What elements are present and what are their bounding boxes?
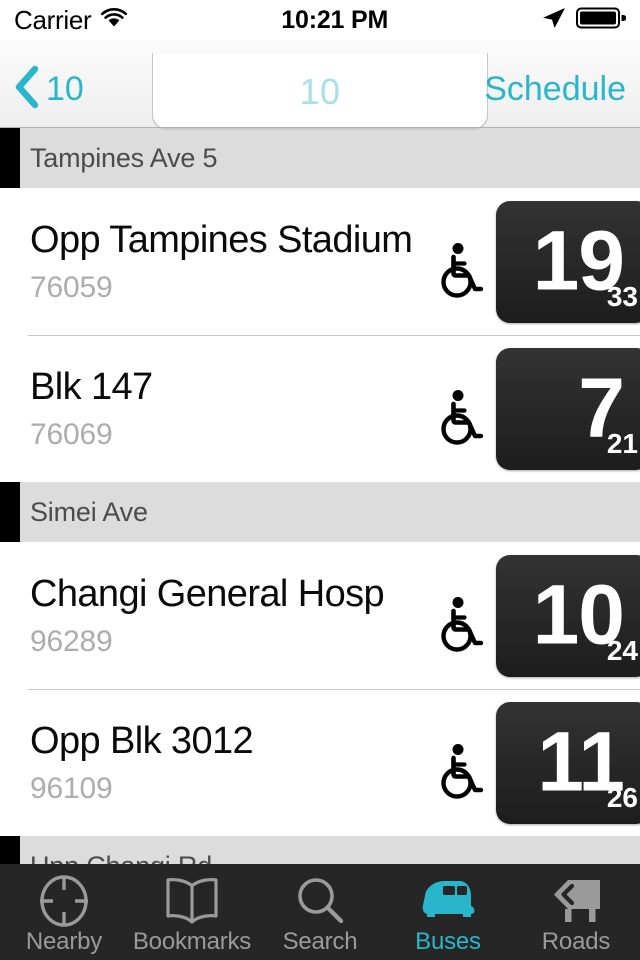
tab-label: Buses: [415, 928, 481, 955]
eta-next: 33: [606, 280, 638, 312]
back-button-label: 10: [46, 69, 84, 108]
section-header: Simei Ave: [0, 482, 640, 542]
eta-minutes: 10: [532, 566, 625, 661]
tab-label: Nearby: [25, 928, 103, 955]
stop-name: Opp Blk 3012: [30, 720, 254, 763]
section-title: Tampines Ave 5: [30, 142, 218, 173]
section-title: Upp Changi Rd: [30, 851, 212, 865]
stop-code: 96109: [30, 771, 113, 805]
stop-info: Opp Blk 3012 96109: [30, 720, 450, 805]
search-icon: [294, 875, 346, 927]
tab-label: Search: [282, 928, 358, 955]
eta-badge: 11 26: [496, 701, 640, 824]
list-item[interactable]: Opp Tampines Stadium 76059 19 33: [0, 188, 640, 335]
eta-minutes: 19: [532, 212, 625, 307]
eta-minutes: 7: [578, 359, 625, 454]
eta-next: 24: [606, 634, 638, 666]
crosshair-icon: [37, 875, 91, 927]
eta-next: 21: [606, 427, 638, 459]
stop-name: Opp Tampines Stadium: [30, 219, 413, 262]
section-header: Upp Changi Rd: [0, 836, 640, 864]
stop-info: Changi General Hosp 96289: [30, 573, 450, 658]
status-bar-left: Carrier: [14, 5, 128, 36]
location-arrow-icon: [541, 6, 567, 35]
stop-info: Opp Tampines Stadium 76059: [30, 219, 450, 304]
clock-label: 10:21 PM: [281, 5, 389, 34]
section-accent-bar: [0, 128, 20, 188]
eta-next: 26: [606, 781, 638, 813]
tab-label: Roads: [541, 928, 611, 955]
carrier-label: Carrier: [14, 4, 92, 35]
list-item[interactable]: Opp Blk 3012 96109 11 26: [0, 689, 640, 836]
section-header: Tampines Ave 5: [0, 128, 640, 188]
tab-label: Bookmarks: [132, 928, 252, 955]
section-accent-bar: [0, 482, 20, 542]
tab-buses[interactable]: Buses: [384, 864, 512, 960]
tab-roads[interactable]: Roads: [512, 864, 640, 960]
bus-icon: [419, 875, 477, 927]
chevron-left-icon: [14, 65, 40, 114]
stop-code: 96289: [30, 624, 113, 658]
back-button[interactable]: 10: [14, 58, 84, 120]
stop-info: Blk 147 76069: [30, 366, 450, 451]
stop-name: Blk 147: [30, 366, 153, 409]
eta-badge: 19 33: [496, 200, 640, 323]
list-item[interactable]: Changi General Hosp 96289 10 24: [0, 542, 640, 689]
section-accent-bar: [0, 836, 20, 864]
wifi-icon: [100, 7, 128, 34]
wheelchair-icon: [436, 389, 488, 452]
eta-badge: 7 21: [496, 347, 640, 470]
navigation-bar: 10 10 Schedule: [0, 40, 640, 129]
list-item[interactable]: Blk 147 76069 7 21: [0, 335, 640, 482]
stop-name: Changi General Hosp: [30, 573, 385, 616]
tab-bookmarks[interactable]: Bookmarks: [128, 864, 256, 960]
route-title-tab[interactable]: 10: [152, 53, 488, 129]
page-title: 10: [299, 70, 341, 112]
stop-code: 76069: [30, 417, 113, 451]
schedule-button-label: Schedule: [484, 69, 626, 108]
road-sign-icon: [548, 875, 604, 927]
bus-stop-list[interactable]: Tampines Ave 5 Opp Tampines Stadium 7605…: [0, 128, 640, 864]
wheelchair-icon: [436, 743, 488, 806]
stop-code: 76059: [30, 270, 113, 304]
tab-search[interactable]: Search: [256, 864, 384, 960]
schedule-button[interactable]: Schedule: [484, 58, 626, 120]
status-bar: Carrier 10:21 PM: [0, 0, 640, 40]
wheelchair-icon: [436, 242, 488, 305]
app-root: Carrier 10:21 PM 10 10 Schedule Tampines…: [0, 0, 640, 960]
eta-badge: 10 24: [496, 554, 640, 677]
battery-full-icon: [576, 6, 627, 35]
book-icon: [164, 875, 220, 927]
tab-nearby[interactable]: Nearby: [0, 864, 128, 960]
eta-minutes: 11: [537, 713, 625, 808]
wheelchair-icon: [436, 596, 488, 659]
status-bar-right: [541, 6, 627, 35]
tab-bar: Nearby Bookmarks Search Buses Roads: [0, 864, 640, 960]
status-bar-center: 10:21 PM: [128, 6, 541, 35]
section-title: Simei Ave: [30, 496, 148, 527]
